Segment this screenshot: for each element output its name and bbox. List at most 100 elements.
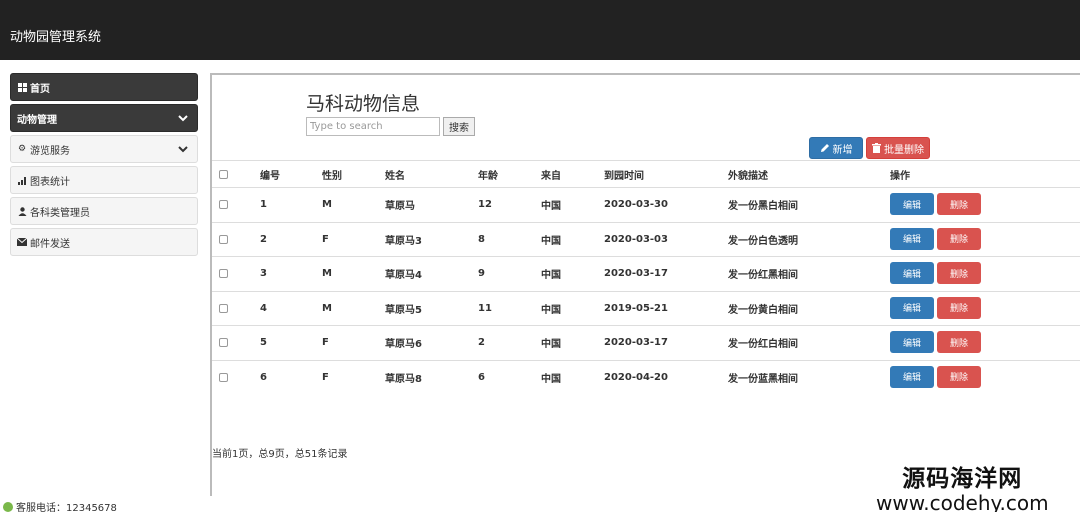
cell-description: 发一份红黑相间 (728, 270, 798, 282)
row-checkbox[interactable] (219, 338, 228, 348)
sidebar: 首页 动物管理 ⚙ 游览服务 图表统计 各科类管理员 邮件发送 (10, 73, 198, 259)
table-row: 6 F 草原马8 6 中国 2020-04-20 发一份蓝黑相间 编辑 删除 (212, 359, 1080, 395)
row-checkbox[interactable] (219, 200, 228, 210)
table-header-row: 编号 性别 姓名 年龄 来自 到园时间 外貌描述 操作 (212, 160, 1080, 187)
add-button[interactable]: 新增 (809, 137, 863, 159)
add-button-label: 新增 (832, 144, 853, 156)
cell-id: 3 (260, 268, 267, 280)
batch-delete-button[interactable]: 批量删除 (866, 137, 930, 159)
cell-sex: F (322, 337, 329, 349)
cell-description: 发一份黑白相间 (728, 201, 798, 213)
cell-arrival-date: 2020-03-03 (604, 233, 668, 245)
main-panel: 马科动物信息 搜索 新增 批量删除 编号 性别 姓名 年龄 来自 到园时间 外貌… (210, 73, 1080, 496)
row-checkbox[interactable] (219, 234, 228, 244)
gear-icon: ⚙ (17, 144, 27, 154)
pencil-icon (820, 144, 829, 152)
edit-button[interactable]: 编辑 (890, 227, 934, 250)
header-arrival-date: 到园时间 (604, 170, 644, 182)
sidebar-item-label: 邮件发送 (30, 238, 70, 250)
cell-name: 草原马 (385, 201, 415, 213)
cell-name: 草原马8 (385, 373, 422, 385)
sidebar-item-home[interactable]: 首页 (10, 73, 198, 101)
delete-button[interactable]: 删除 (937, 262, 981, 284)
cell-description: 发一份红白相间 (728, 339, 798, 351)
table-row: 1 M 草原马 12 中国 2020-03-30 发一份黑白相间 编辑 删除 (212, 187, 1080, 222)
cell-description: 发一份黄白相间 (728, 304, 798, 316)
search-input[interactable] (306, 117, 440, 136)
cell-description: 发一份白色透明 (728, 235, 798, 247)
edit-button[interactable]: 编辑 (890, 296, 934, 319)
delete-button[interactable]: 删除 (937, 331, 981, 353)
bar-chart-icon (17, 176, 27, 185)
cell-arrival-date: 2020-04-20 (604, 371, 668, 383)
cell-from: 中国 (541, 373, 561, 385)
customer-service-phone: 客服电话：12345678 (16, 503, 117, 512)
cell-name: 草原马5 (385, 304, 422, 316)
watermark-url: www.codehy.com (876, 491, 1049, 512)
cell-sex: F (322, 233, 329, 245)
cell-arrival-date: 2020-03-30 (604, 199, 668, 211)
sidebar-item-tour-service[interactable]: ⚙ 游览服务 (10, 135, 198, 163)
sidebar-item-admins[interactable]: 各科类管理员 (10, 197, 198, 225)
cell-arrival-date: 2019-05-21 (604, 302, 668, 314)
edit-button[interactable]: 编辑 (890, 193, 934, 215)
page-title: 马科动物信息 (306, 93, 421, 115)
cell-id: 4 (260, 302, 267, 314)
batch-delete-label: 批量删除 (884, 144, 924, 156)
row-checkbox[interactable] (219, 303, 228, 313)
cell-age: 9 (478, 268, 485, 280)
header-description: 外貌描述 (728, 170, 768, 182)
row-checkbox[interactable] (219, 372, 228, 382)
sidebar-item-mail[interactable]: 邮件发送 (10, 228, 198, 256)
cell-from: 中国 (541, 339, 561, 351)
cell-sex: M (322, 199, 332, 211)
edit-button[interactable]: 编辑 (890, 365, 934, 388)
chevron-down-icon (178, 115, 188, 122)
delete-button[interactable]: 删除 (937, 296, 981, 319)
table-row: 2 F 草原马3 8 中国 2020-03-03 发一份白色透明 编辑 删除 (212, 221, 1080, 257)
cell-sex: M (322, 268, 332, 280)
select-all-checkbox[interactable] (219, 169, 228, 179)
delete-button[interactable]: 删除 (937, 365, 981, 388)
trash-icon (872, 143, 881, 153)
sidebar-item-label: 各科类管理员 (30, 207, 90, 219)
cell-name: 草原马6 (385, 339, 422, 351)
footer: 客服电话：12345678 (3, 499, 117, 512)
header-id: 编号 (260, 170, 280, 182)
sidebar-item-label: 图表统计 (30, 176, 70, 188)
watermark: 源码海洋网 www.codehy.com (876, 459, 1049, 512)
cell-name: 草原马3 (385, 235, 422, 247)
search-button[interactable]: 搜索 (443, 117, 475, 136)
top-navbar: 动物园管理系统 (0, 0, 1080, 60)
cell-age: 12 (478, 199, 492, 211)
edit-button[interactable]: 编辑 (890, 331, 934, 353)
edit-button[interactable]: 编辑 (890, 262, 934, 284)
app-title[interactable]: 动物园管理系统 (10, 26, 101, 45)
row-checkbox[interactable] (219, 269, 228, 279)
cell-id: 2 (260, 233, 267, 245)
delete-button[interactable]: 删除 (937, 193, 981, 215)
cell-arrival-date: 2020-03-17 (604, 268, 668, 280)
header-age: 年龄 (478, 170, 498, 182)
cell-id: 1 (260, 199, 267, 211)
envelope-icon (17, 238, 27, 246)
cell-from: 中国 (541, 270, 561, 282)
sidebar-item-label: 首页 (30, 83, 50, 95)
cell-arrival-date: 2020-03-17 (604, 337, 668, 349)
cell-description: 发一份蓝黑相间 (728, 373, 798, 385)
sidebar-item-chart-stats[interactable]: 图表统计 (10, 166, 198, 194)
cell-age: 6 (478, 371, 485, 383)
animal-table: 编号 性别 姓名 年龄 来自 到园时间 外貌描述 操作 1 M 草原马 12 中… (212, 160, 1080, 394)
table-row: 5 F 草原马6 2 中国 2020-03-17 发一份红白相间 编辑 删除 (212, 325, 1080, 360)
table-row: 3 M 草原马4 9 中国 2020-03-17 发一份红黑相间 编辑 删除 (212, 256, 1080, 291)
delete-button[interactable]: 删除 (937, 227, 981, 250)
cell-id: 5 (260, 337, 267, 349)
cell-sex: M (322, 302, 332, 314)
table-row: 4 M 草原马5 11 中国 2019-05-21 发一份黄白相间 编辑 删除 (212, 290, 1080, 326)
chevron-down-icon (178, 146, 188, 153)
grid-icon (17, 82, 27, 92)
sidebar-item-animal-management[interactable]: 动物管理 (10, 104, 198, 132)
header-from: 来自 (541, 170, 561, 182)
sidebar-item-label: 游览服务 (30, 145, 70, 157)
cell-sex: F (322, 371, 329, 383)
